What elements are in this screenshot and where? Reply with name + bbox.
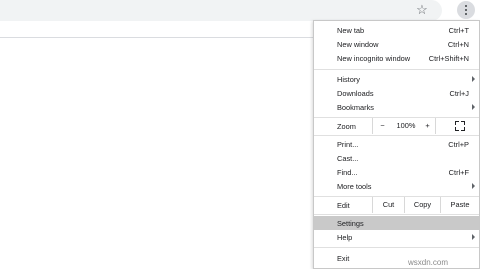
zoom-row: Zoom − 100% + bbox=[314, 118, 479, 134]
menu-item-new-tab[interactable]: New tab Ctrl+T bbox=[314, 23, 479, 37]
zoom-out-button[interactable]: − bbox=[372, 118, 392, 134]
menu-item-print[interactable]: Print... Ctrl+P bbox=[314, 137, 479, 151]
paste-button[interactable]: Paste bbox=[440, 197, 479, 213]
menu-item-label: Settings bbox=[337, 219, 364, 228]
menu-separator bbox=[314, 135, 479, 136]
cut-button[interactable]: Cut bbox=[372, 197, 404, 213]
menu-item-history[interactable]: History bbox=[314, 72, 479, 86]
menu-item-label: New incognito window bbox=[337, 54, 411, 63]
chrome-main-menu: New tab Ctrl+T New window Ctrl+N New inc… bbox=[313, 20, 480, 269]
menu-separator bbox=[314, 69, 479, 70]
menu-item-cast[interactable]: Cast... bbox=[314, 151, 479, 165]
submenu-arrow-icon bbox=[472, 234, 475, 240]
zoom-level-value: 100% bbox=[396, 121, 416, 130]
menu-item-label: New window bbox=[337, 40, 379, 49]
menu-item-label: More tools bbox=[337, 182, 372, 191]
menu-item-label: History bbox=[337, 75, 360, 84]
address-bar[interactable] bbox=[0, 0, 442, 21]
edit-row: Edit Cut Copy Paste bbox=[314, 197, 479, 213]
menu-item-help[interactable]: Help bbox=[314, 230, 479, 244]
menu-item-shortcut: Ctrl+T bbox=[448, 26, 469, 35]
zoom-in-button[interactable]: + bbox=[420, 118, 436, 134]
menu-item-new-incognito-window[interactable]: New incognito window Ctrl+Shift+N bbox=[314, 51, 479, 65]
menu-item-new-window[interactable]: New window Ctrl+N bbox=[314, 37, 479, 51]
copy-button[interactable]: Copy bbox=[404, 197, 440, 213]
menu-item-label: Help bbox=[337, 233, 353, 242]
menu-item-settings[interactable]: Settings bbox=[314, 216, 479, 230]
menu-item-label: Print... bbox=[337, 140, 359, 149]
zoom-label: Zoom bbox=[337, 122, 356, 131]
menu-separator bbox=[314, 247, 479, 248]
menu-item-label: Downloads bbox=[337, 89, 374, 98]
kebab-menu-icon[interactable] bbox=[457, 1, 475, 19]
menu-item-label: Find... bbox=[337, 168, 358, 177]
menu-separator bbox=[314, 214, 479, 215]
menu-item-shortcut: Ctrl+N bbox=[447, 40, 469, 49]
submenu-arrow-icon bbox=[472, 104, 475, 110]
menu-item-bookmarks[interactable]: Bookmarks bbox=[314, 100, 479, 114]
menu-item-label: Exit bbox=[337, 254, 350, 263]
menu-item-more-tools[interactable]: More tools bbox=[314, 179, 479, 193]
menu-item-label: New tab bbox=[337, 26, 365, 35]
toolbar-divider bbox=[0, 37, 314, 38]
submenu-arrow-icon bbox=[472, 76, 475, 82]
menu-item-find[interactable]: Find... Ctrl+F bbox=[314, 165, 479, 179]
menu-item-label: Cast... bbox=[337, 154, 359, 163]
edit-label: Edit bbox=[337, 201, 350, 210]
submenu-arrow-icon bbox=[472, 183, 475, 189]
watermark-text: wsxdn.com bbox=[408, 258, 449, 267]
star-icon[interactable]: ☆ bbox=[414, 2, 430, 18]
browser-toolbar: ☆ bbox=[0, 0, 480, 22]
menu-item-shortcut: Ctrl+F bbox=[448, 168, 469, 177]
menu-item-downloads[interactable]: Downloads Ctrl+J bbox=[314, 86, 479, 100]
menu-item-shortcut: Ctrl+J bbox=[449, 89, 469, 98]
menu-item-exit[interactable]: Exit bbox=[314, 251, 479, 265]
fullscreen-icon[interactable] bbox=[455, 121, 465, 131]
menu-item-shortcut: Ctrl+Shift+N bbox=[428, 54, 469, 63]
menu-item-shortcut: Ctrl+P bbox=[448, 140, 469, 149]
menu-item-label: Bookmarks bbox=[337, 103, 374, 112]
